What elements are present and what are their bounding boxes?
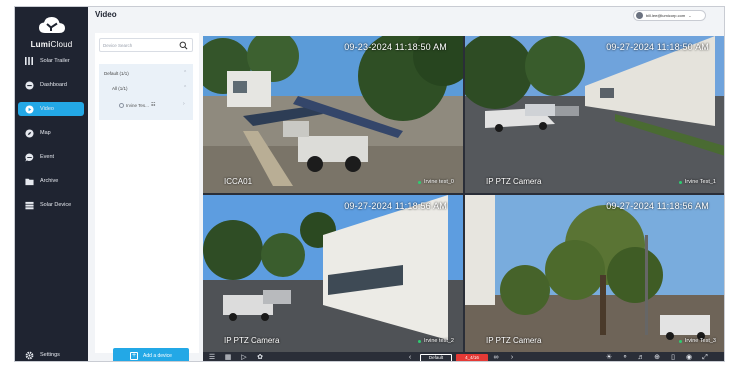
aperture-icon[interactable]: ✿ <box>256 354 264 361</box>
sidebar-item-solar-trailer[interactable]: Solar Trailer <box>18 54 84 68</box>
tree-group-default[interactable]: Default (1/1) <box>104 71 129 76</box>
sidebar-item-label: Solar Trailer <box>40 58 70 64</box>
sidebar-item-label: Settings <box>40 352 60 358</box>
record-file-icon[interactable]: ▯ <box>669 354 677 361</box>
tile-device-tag: Irvine test_0 <box>418 179 454 185</box>
sequence-icon[interactable]: ∞ <box>492 354 500 361</box>
sidebar-item-label: Event <box>40 154 55 160</box>
online-status-icon <box>678 339 682 343</box>
device-tree: Default (1/1) ⌃ All (1/1) ⌃ Irvine Tes..… <box>99 64 193 120</box>
search-icon[interactable] <box>179 41 188 50</box>
device-search <box>99 38 193 52</box>
brightness-icon[interactable]: ☀ <box>605 354 613 361</box>
chevron-right-icon[interactable]: › <box>183 101 185 107</box>
sidebar-item-label: Archive <box>40 178 59 184</box>
sidebar-item-label: Dashboard <box>40 82 67 88</box>
camera-snapshot-icon[interactable]: ◉ <box>685 354 693 361</box>
compass-icon <box>24 128 34 138</box>
tile-timestamp: 09-27-2024 11:18:56 AM <box>606 201 709 211</box>
chat-icon <box>24 152 34 162</box>
sidebar-item-event[interactable]: Event <box>18 150 84 164</box>
chevron-up-icon[interactable]: ⌃ <box>183 85 187 91</box>
tile-device-tag: Irvine Test_1 <box>678 179 716 185</box>
user-menu[interactable]: bill.lee@lumicorp.com ⌄ <box>633 10 706 21</box>
sidebar-item-video[interactable]: Video <box>18 102 84 116</box>
tile-device-tag: Irvine test_2 <box>418 338 454 344</box>
tile-camera-name: IP PTZ Camera <box>486 177 542 186</box>
speaker-icon[interactable]: ♬ <box>637 354 645 361</box>
online-status-icon <box>678 180 682 184</box>
page-title: Video <box>95 10 117 19</box>
sidebar-item-label: Map <box>40 130 51 136</box>
bulb-icon[interactable]: ⚬ <box>621 354 629 361</box>
tile-camera-name: IP PTZ Camera <box>224 336 280 345</box>
sidebar-item-settings[interactable]: Settings <box>18 348 84 361</box>
add-device-button[interactable]: + Add a device <box>113 348 189 361</box>
tile-timestamp: 09-23-2024 11:18:50 AM <box>344 42 447 52</box>
tile-camera-name: ICCA01 <box>224 177 253 186</box>
video-tile[interactable]: 09-23-2024 11:18:50 AM ICCA01 Irvine tes… <box>203 36 463 193</box>
layout-select[interactable]: Default <box>420 354 452 361</box>
zoom-in-icon[interactable]: ⊕ <box>653 354 661 361</box>
camera-feed-image <box>465 195 724 352</box>
device-name: Irvine Tes... <box>126 102 149 108</box>
user-email: bill.lee@lumicorp.com <box>646 13 686 18</box>
play-circle-icon[interactable]: ▷ <box>240 354 248 361</box>
cloud-logo-icon <box>39 17 65 33</box>
video-tile[interactable]: 09-27-2024 11:18:50 AM IP PTZ Camera Irv… <box>465 36 724 193</box>
lumicloud-logo[interactable]: LumiCloud <box>15 15 88 55</box>
play-icon <box>24 104 34 114</box>
tile-timestamp: 09-27-2024 11:18:56 AM <box>344 201 447 211</box>
grid-icon <box>24 56 34 66</box>
server-icon <box>24 200 34 210</box>
chevron-down-icon: ⌄ <box>688 13 692 18</box>
folder-icon <box>24 176 34 186</box>
grid-layout-icon[interactable]: ▦ <box>224 354 232 361</box>
sidebar-item-label: Video <box>40 106 54 112</box>
tile-timestamp: 09-27-2024 11:18:50 AM <box>606 42 709 52</box>
tree-subgroup-all[interactable]: All (1/1) <box>112 86 128 91</box>
video-grid: 09-23-2024 11:18:50 AM ICCA01 Irvine tes… <box>203 36 724 354</box>
add-device-label: Add a device <box>143 353 172 359</box>
camera-feed-image <box>465 36 724 193</box>
sidebar: LumiCloud Solar Trailer Dashboard Video … <box>15 7 88 361</box>
tile-device-tag: Irvine Test_3 <box>678 338 716 344</box>
camera-feed-image <box>203 36 463 193</box>
avatar <box>636 12 643 19</box>
camera-feed-image <box>203 195 463 352</box>
top-header: Video bill.lee@lumicorp.com ⌄ <box>88 7 724 27</box>
video-toolbar: ☰ ▦ ▷ ✿ ‹ Default 4_4/16 ∞ › ☀ ⚬ ♬ ⊕ ▯ ◉… <box>203 354 724 361</box>
online-status-icon <box>418 180 422 184</box>
dashboard-icon <box>24 80 34 90</box>
sidebar-item-label: Solar Device <box>40 202 72 208</box>
device-search-input[interactable] <box>103 41 175 50</box>
video-tile[interactable]: 09-27-2024 11:18:56 AM IP PTZ Camera Irv… <box>203 195 463 352</box>
app-window: LumiCloud Solar Trailer Dashboard Video … <box>14 6 725 362</box>
video-tile[interactable]: 09-27-2024 11:18:56 AM IP PTZ Camera Irv… <box>465 195 724 352</box>
sidebar-item-map[interactable]: Map <box>18 126 84 140</box>
camera-icon <box>119 102 124 108</box>
sidebar-item-solar-device[interactable]: Solar Device <box>18 198 84 212</box>
record-button[interactable]: 4_4/16 <box>456 354 488 361</box>
tree-device-irvine[interactable]: Irvine Tes... ☷ <box>119 102 155 108</box>
sidebar-item-archive[interactable]: Archive <box>18 174 84 188</box>
gear-icon <box>24 350 34 360</box>
brand-name: LumiCloud <box>30 40 73 49</box>
plus-icon: + <box>130 352 139 360</box>
tile-camera-name: IP PTZ Camera <box>486 336 542 345</box>
chevron-up-icon[interactable]: ⌃ <box>183 70 187 76</box>
device-panel: Default (1/1) ⌃ All (1/1) ⌃ Irvine Tes..… <box>95 33 199 361</box>
sidebar-item-dashboard[interactable]: Dashboard <box>18 78 84 92</box>
fullscreen-icon[interactable]: ⤢ <box>701 354 709 361</box>
online-status-icon <box>418 339 422 343</box>
chevron-right-icon[interactable]: › <box>508 354 516 361</box>
device-status-icon: ☷ <box>150 102 156 108</box>
chevron-left-icon[interactable]: ‹ <box>406 354 414 361</box>
list-icon[interactable]: ☰ <box>208 354 216 361</box>
